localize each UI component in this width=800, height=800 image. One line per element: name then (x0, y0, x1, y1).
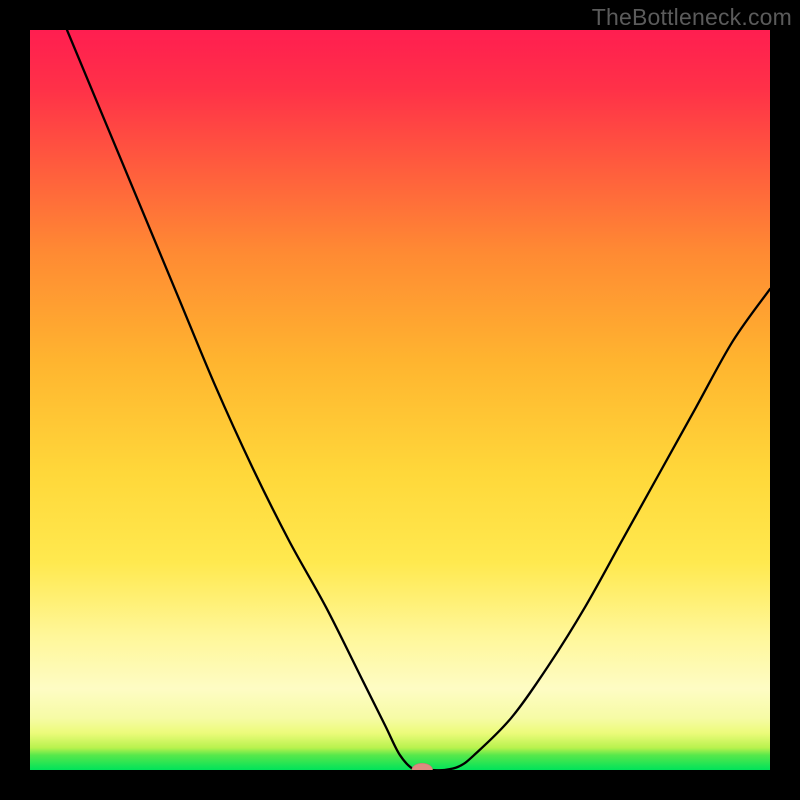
bottleneck-curve (67, 30, 770, 770)
watermark-text: TheBottleneck.com (592, 4, 792, 31)
minimum-marker (412, 763, 433, 770)
chart-stage: TheBottleneck.com (0, 0, 800, 800)
chart-svg (30, 30, 770, 770)
plot-area (30, 30, 770, 770)
